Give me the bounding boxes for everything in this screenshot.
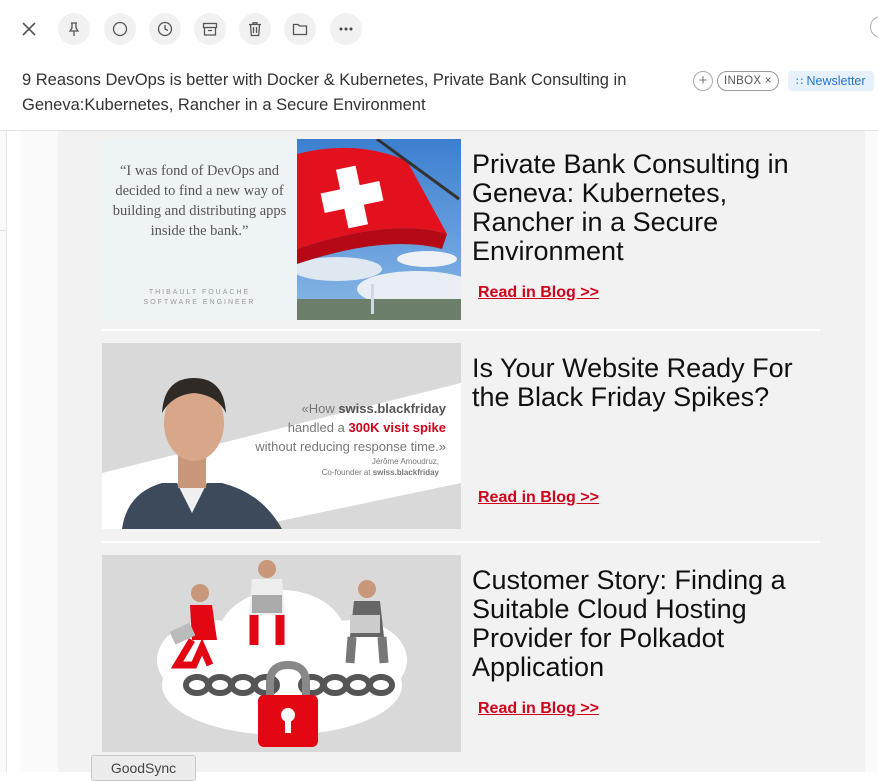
divider (102, 329, 820, 331)
article-title[interactable]: Is Your Website Ready For the Black Frid… (472, 354, 817, 412)
folder-icon[interactable] (284, 13, 316, 45)
black-friday-quote: «How swiss.blackfriday handled a 300K vi… (255, 401, 446, 454)
article-title[interactable]: Customer Story: Finding a Suitable Cloud… (472, 566, 817, 682)
newsletter-tag[interactable]: ∷ Newsletter (788, 71, 874, 91)
add-tag-button[interactable]: + (693, 71, 713, 91)
circle-icon[interactable] (104, 13, 136, 45)
toolbar (0, 0, 878, 58)
article-title[interactable]: Private Bank Consulting in Geneva: Kuber… (472, 150, 817, 266)
article-card: «How swiss.blackfriday handled a 300K vi… (102, 343, 820, 529)
email-subject: 9 Reasons DevOps is better with Docker &… (22, 71, 627, 114)
quote-panel: “I was fond of DevOps and decided to fin… (102, 139, 297, 320)
goodsync-tooltip: GoodSync (91, 755, 196, 781)
newsletter-tag-label: Newsletter (806, 74, 866, 88)
pin-icon[interactable] (58, 13, 90, 45)
quote-author: THIBAULT FOUACHE SOFTWARE ENGINEER (143, 289, 256, 306)
more-icon[interactable] (330, 13, 362, 45)
inbox-tag[interactable]: INBOX × (717, 71, 779, 91)
rss-icon: ∷ (796, 76, 803, 88)
clock-icon[interactable] (149, 13, 181, 45)
close-icon[interactable] (14, 14, 44, 44)
article-card: Customer Story: Finding a Suitable Cloud… (102, 555, 820, 752)
article-image[interactable]: “I was fond of DevOps and decided to fin… (102, 139, 461, 320)
status-circle-icon[interactable] (870, 16, 878, 38)
read-in-blog-link[interactable]: Read in Blog >> (478, 489, 599, 507)
customer-story-image (102, 555, 461, 752)
article-card: “I was fond of DevOps and decided to fin… (102, 139, 820, 320)
black-friday-attribution: Jérôme Amoudruz, Co-founder at swiss.bla… (321, 457, 439, 477)
article-image[interactable] (102, 555, 461, 752)
swiss-flag-image (297, 139, 461, 320)
left-strip (0, 130, 7, 772)
article-image[interactable]: «How swiss.blackfriday handled a 300K vi… (102, 343, 461, 529)
quote-text: “I was fond of DevOps and decided to fin… (112, 163, 287, 239)
read-in-blog-link[interactable]: Read in Blog >> (478, 700, 599, 718)
archive-icon[interactable] (194, 13, 226, 45)
divider (102, 541, 820, 543)
black-friday-image: «How swiss.blackfriday handled a 300K vi… (102, 343, 461, 529)
read-in-blog-link[interactable]: Read in Blog >> (478, 284, 599, 302)
trash-icon[interactable] (239, 13, 271, 45)
